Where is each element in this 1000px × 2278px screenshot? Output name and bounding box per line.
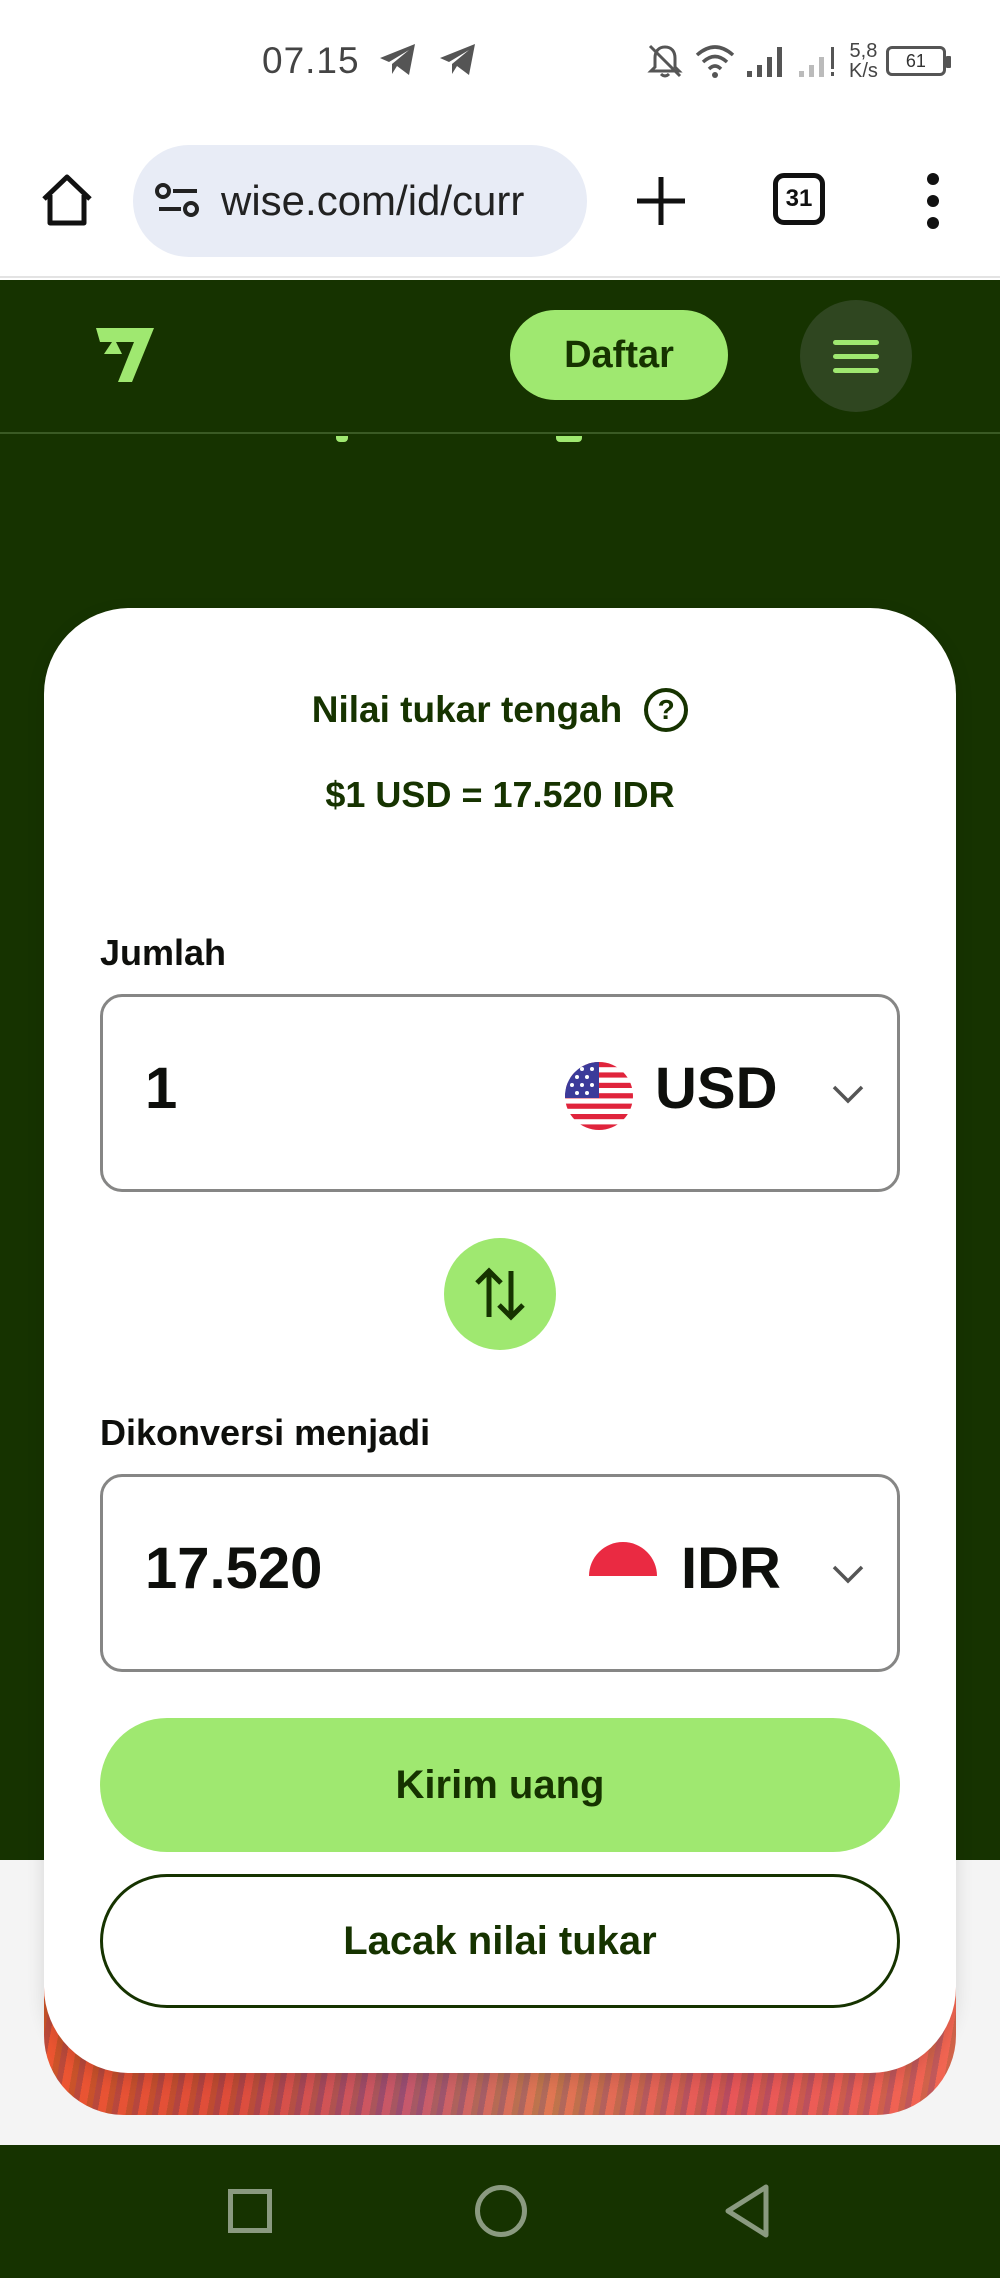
signup-button[interactable]: Daftar	[510, 310, 728, 400]
mute-icon	[647, 44, 683, 78]
from-currency-code[interactable]: USD	[655, 1055, 777, 1122]
wise-logo-icon[interactable]	[92, 320, 158, 386]
tabs-icon[interactable]: 31	[773, 173, 825, 225]
amount-value[interactable]: 1	[145, 1055, 177, 1122]
telegram-icon	[440, 44, 475, 75]
telegram-icon	[380, 44, 415, 75]
nav-recent-icon[interactable]	[228, 2189, 272, 2233]
wifi-icon	[695, 45, 735, 78]
help-icon[interactable]: ?	[644, 688, 689, 732]
converted-value[interactable]: 17.520	[145, 1535, 322, 1602]
converted-label: Dikonversi menjadi	[100, 1412, 431, 1453]
url-text: wise.com/id/curr	[221, 177, 525, 224]
site-header: Daftar	[0, 280, 1000, 434]
exchange-rate-value: $1 USD = 17.520 IDR	[325, 774, 675, 815]
plus-icon[interactable]	[633, 173, 689, 229]
nav-back-icon[interactable]	[722, 2183, 772, 2239]
mid-market-rate-heading: Nilai tukar tengah ?	[44, 688, 956, 732]
tab-count: 31	[785, 185, 813, 212]
amount-input[interactable]: 1 USD	[100, 994, 900, 1192]
clipped-text-fragment	[556, 436, 582, 442]
rate-title: Nilai tukar tengah	[311, 689, 623, 730]
signal-icon	[747, 47, 782, 77]
hamburger-icon[interactable]	[800, 300, 912, 412]
network-speed: 5,8 K/s	[849, 40, 878, 82]
us-flag-icon	[565, 1062, 633, 1130]
status-indicators: 5,8 K/s 61	[645, 36, 951, 86]
chevron-down-icon[interactable]	[831, 1563, 865, 1585]
clipped-text-fragment	[336, 436, 348, 442]
battery-icon: 61	[885, 46, 951, 76]
to-currency-code[interactable]: IDR	[681, 1535, 781, 1602]
swap-icon	[475, 1267, 525, 1321]
id-flag-icon	[589, 1542, 657, 1610]
browser-toolbar: wise.com/id/curr 31	[0, 125, 1000, 278]
status-time: 07.15	[262, 40, 360, 81]
currency-converter-card: Nilai tukar tengah ? $1 USD = 17.520 IDR…	[44, 608, 956, 2073]
chevron-down-icon[interactable]	[831, 1083, 865, 1105]
battery-level: 61	[905, 50, 926, 71]
amount-label: Jumlah	[100, 932, 227, 973]
signal-icon	[799, 47, 834, 77]
track-rate-button[interactable]: Lacak nilai tukar	[100, 1874, 900, 2008]
site-settings-icon[interactable]	[155, 181, 201, 221]
swap-currencies-button[interactable]	[444, 1238, 556, 1350]
status-bar: 07.15 5,8 K/s 61	[0, 0, 1000, 125]
more-vert-icon[interactable]	[918, 171, 948, 231]
nav-home-icon[interactable]	[475, 2185, 527, 2237]
converted-input[interactable]: 17.520 IDR	[100, 1474, 900, 1672]
home-icon[interactable]	[38, 171, 96, 229]
address-bar[interactable]: wise.com/id/curr	[133, 145, 587, 257]
send-money-button[interactable]: Kirim uang	[100, 1718, 900, 1852]
system-nav-bar	[0, 2145, 1000, 2278]
